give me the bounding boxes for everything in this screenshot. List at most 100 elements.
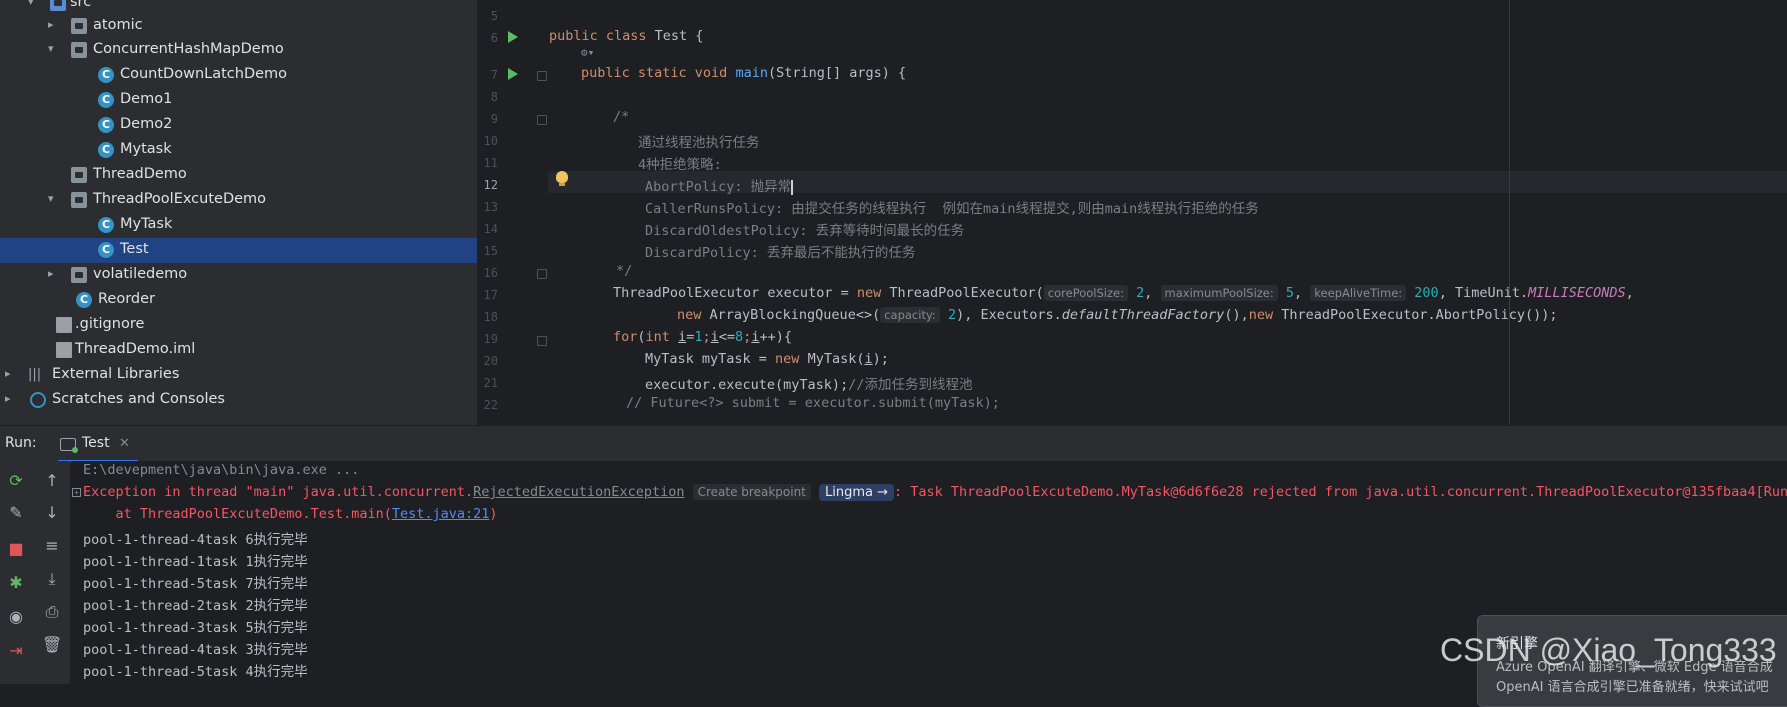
console-output-line: pool-1-thread-5task 7执行完毕 [83, 576, 308, 592]
scroll-to-end-icon[interactable]: ⤓ [42, 569, 62, 589]
code-editor[interactable]: 5 6 7 8 9 10 11 12 13 14 15 16 17 18 19 … [478, 0, 1787, 425]
class-icon: C [98, 67, 114, 83]
code-line-13: CallerRunsPolicy: 由提交任务的线程执行 例如在main线程提交… [645, 201, 1259, 217]
tree-item-reorder[interactable]: C Reorder [0, 288, 477, 313]
tree-item-label: Mytask [120, 141, 172, 157]
line-number: 9 [490, 112, 498, 126]
watermark-text: CSDN @Xiao_Tong333 [1440, 632, 1777, 668]
code-text: <= [718, 329, 736, 345]
class-icon: C [98, 92, 114, 108]
tree-item-label: CountDownLatchDemo [120, 66, 288, 82]
rerun-icon[interactable]: ⟳ [6, 471, 26, 491]
chevron-down-icon[interactable]: ▾ [48, 43, 60, 55]
number-literal: 2 [947, 307, 957, 323]
tree-item-external-libraries[interactable]: ▸ ||| External Libraries [0, 363, 477, 388]
run-tool-window-header: Run: Test ✕ [0, 425, 1787, 462]
tree-item-concurrenthashmapdemo[interactable]: ▾ ConcurrentHashMapDemo [0, 38, 477, 63]
arrow-up-icon[interactable]: ↑ [42, 471, 62, 491]
console-command-line[interactable]: E:\devepment\java\bin\java.exe ... [83, 462, 359, 478]
close-icon[interactable]: ✕ [119, 436, 130, 451]
trash-icon[interactable]: 🗑 [42, 635, 62, 655]
create-breakpoint-button[interactable]: Create breakpoint [692, 484, 811, 500]
tree-item-atomic[interactable]: ▸ atomic [0, 14, 477, 39]
chevron-right-icon[interactable]: ▸ [5, 368, 17, 380]
tree-item-test[interactable]: C Test [0, 238, 477, 263]
tree-item-label: Reorder [98, 291, 156, 307]
tree-item-volatiledemo[interactable]: ▸ volatiledemo [0, 263, 477, 288]
code-line-21: executor.execute(myTask);//添加任务到线程池 [645, 373, 972, 393]
folder-icon [71, 192, 87, 208]
code-text: Test { [654, 28, 704, 44]
variable: i [710, 329, 719, 345]
lightbulb-icon[interactable] [556, 171, 568, 186]
tree-item-demo1[interactable]: C Demo1 [0, 88, 477, 113]
console-output-line: pool-1-thread-3task 5执行完毕 [83, 620, 308, 636]
run-main-icon[interactable] [508, 68, 518, 80]
line-number: 18 [483, 310, 498, 324]
file-icon [56, 317, 72, 333]
code-line-22: // Future<?> submit = executor.submit(my… [626, 395, 1000, 411]
code-text: ThreadPoolExecutor( [881, 285, 1044, 301]
code-line-20: MyTask myTask = new MyTask(i); [645, 351, 889, 367]
code-line-16: */ [616, 263, 633, 279]
code-line-19: for(int i=1;i<=8;i++){ [613, 329, 792, 345]
tree-item-threaddemo-iml[interactable]: ThreadDemo.iml [0, 338, 477, 363]
console-output-line: pool-1-thread-4task 6执行完毕 [83, 532, 308, 548]
ai-assistant-icon[interactable]: ⚙▾ [581, 46, 594, 59]
tree-item-scratches[interactable]: ▸ Scratches and Consoles [0, 388, 477, 413]
fold-icon[interactable] [537, 269, 547, 279]
tree-item-countdownlatchdemo[interactable]: C CountDownLatchDemo [0, 63, 477, 88]
chevron-down-icon[interactable]: ▾ [28, 0, 40, 8]
tab-test[interactable]: Test ✕ [58, 430, 138, 462]
project-tree-panel: ▾ src ▸ atomic ▾ ConcurrentHashMapDemo C… [0, 0, 478, 425]
fold-icon[interactable] [537, 115, 547, 125]
class-icon: C [98, 242, 114, 258]
arrow-down-icon[interactable]: ↓ [42, 503, 62, 523]
tree-item-threaddemo[interactable]: ThreadDemo [0, 163, 477, 188]
run-title: Run: [5, 435, 37, 451]
debug-icon[interactable]: ✱ [6, 573, 26, 593]
tree-item-demo2[interactable]: C Demo2 [0, 113, 477, 138]
fold-icon[interactable] [537, 71, 547, 81]
tree-item-gitignore[interactable]: .gitignore [0, 313, 477, 338]
running-indicator-icon [72, 447, 78, 453]
line-number: 22 [483, 398, 498, 412]
chevron-right-icon[interactable]: ▸ [5, 393, 17, 405]
chevron-down-icon[interactable]: ▾ [48, 193, 60, 205]
line-number: 17 [483, 288, 498, 302]
soft-wrap-icon[interactable]: ≡ [42, 536, 62, 556]
chevron-right-icon[interactable]: ▸ [48, 268, 60, 280]
keyword: public static void [581, 65, 736, 81]
tree-item-mytask-class[interactable]: C MyTask [0, 213, 477, 238]
chevron-right-icon[interactable]: ▸ [48, 19, 60, 31]
variable: i [678, 329, 687, 345]
run-class-icon[interactable] [508, 31, 518, 43]
line-number: 21 [483, 376, 498, 390]
folder-icon [71, 267, 87, 283]
right-margin-guide [1509, 0, 1510, 425]
param-hint: corePoolSize: [1043, 285, 1128, 301]
fold-icon[interactable] [537, 336, 547, 346]
code-text: ThreadPoolExecutor executor = [613, 285, 857, 301]
print-icon[interactable]: ⎙ [42, 602, 62, 622]
expand-icon[interactable]: + [72, 488, 81, 497]
file-icon [56, 342, 72, 358]
console-text: : Task ThreadPoolExcuteDemo.MyTask@6d6f6… [894, 484, 1787, 500]
exit-icon[interactable]: ⇥ [6, 641, 26, 661]
tree-item-threadpoolexcutedemo[interactable]: ▾ ThreadPoolExcuteDemo [0, 188, 477, 213]
code-text: ++){ [759, 329, 792, 345]
exception-link[interactable]: RejectedExecutionException [473, 484, 684, 500]
number-literal: 5 [1285, 285, 1295, 301]
line-number: 10 [483, 134, 498, 148]
source-link[interactable]: Test.java:21 [392, 506, 490, 522]
tab-label: Test [82, 435, 110, 451]
tree-item-mytask[interactable]: C Mytask [0, 138, 477, 163]
tree-item-label: .gitignore [75, 316, 145, 332]
camera-icon[interactable]: ◉ [6, 607, 26, 627]
wrench-icon[interactable]: ✎ [6, 503, 26, 523]
static-method: defaultThreadFactory [1061, 307, 1225, 323]
lingma-button[interactable]: Lingma → [819, 484, 895, 501]
class-icon: C [98, 217, 114, 233]
stop-icon[interactable]: ■ [6, 539, 26, 559]
console-output-line: pool-1-thread-5task 4执行完毕 [83, 664, 308, 680]
